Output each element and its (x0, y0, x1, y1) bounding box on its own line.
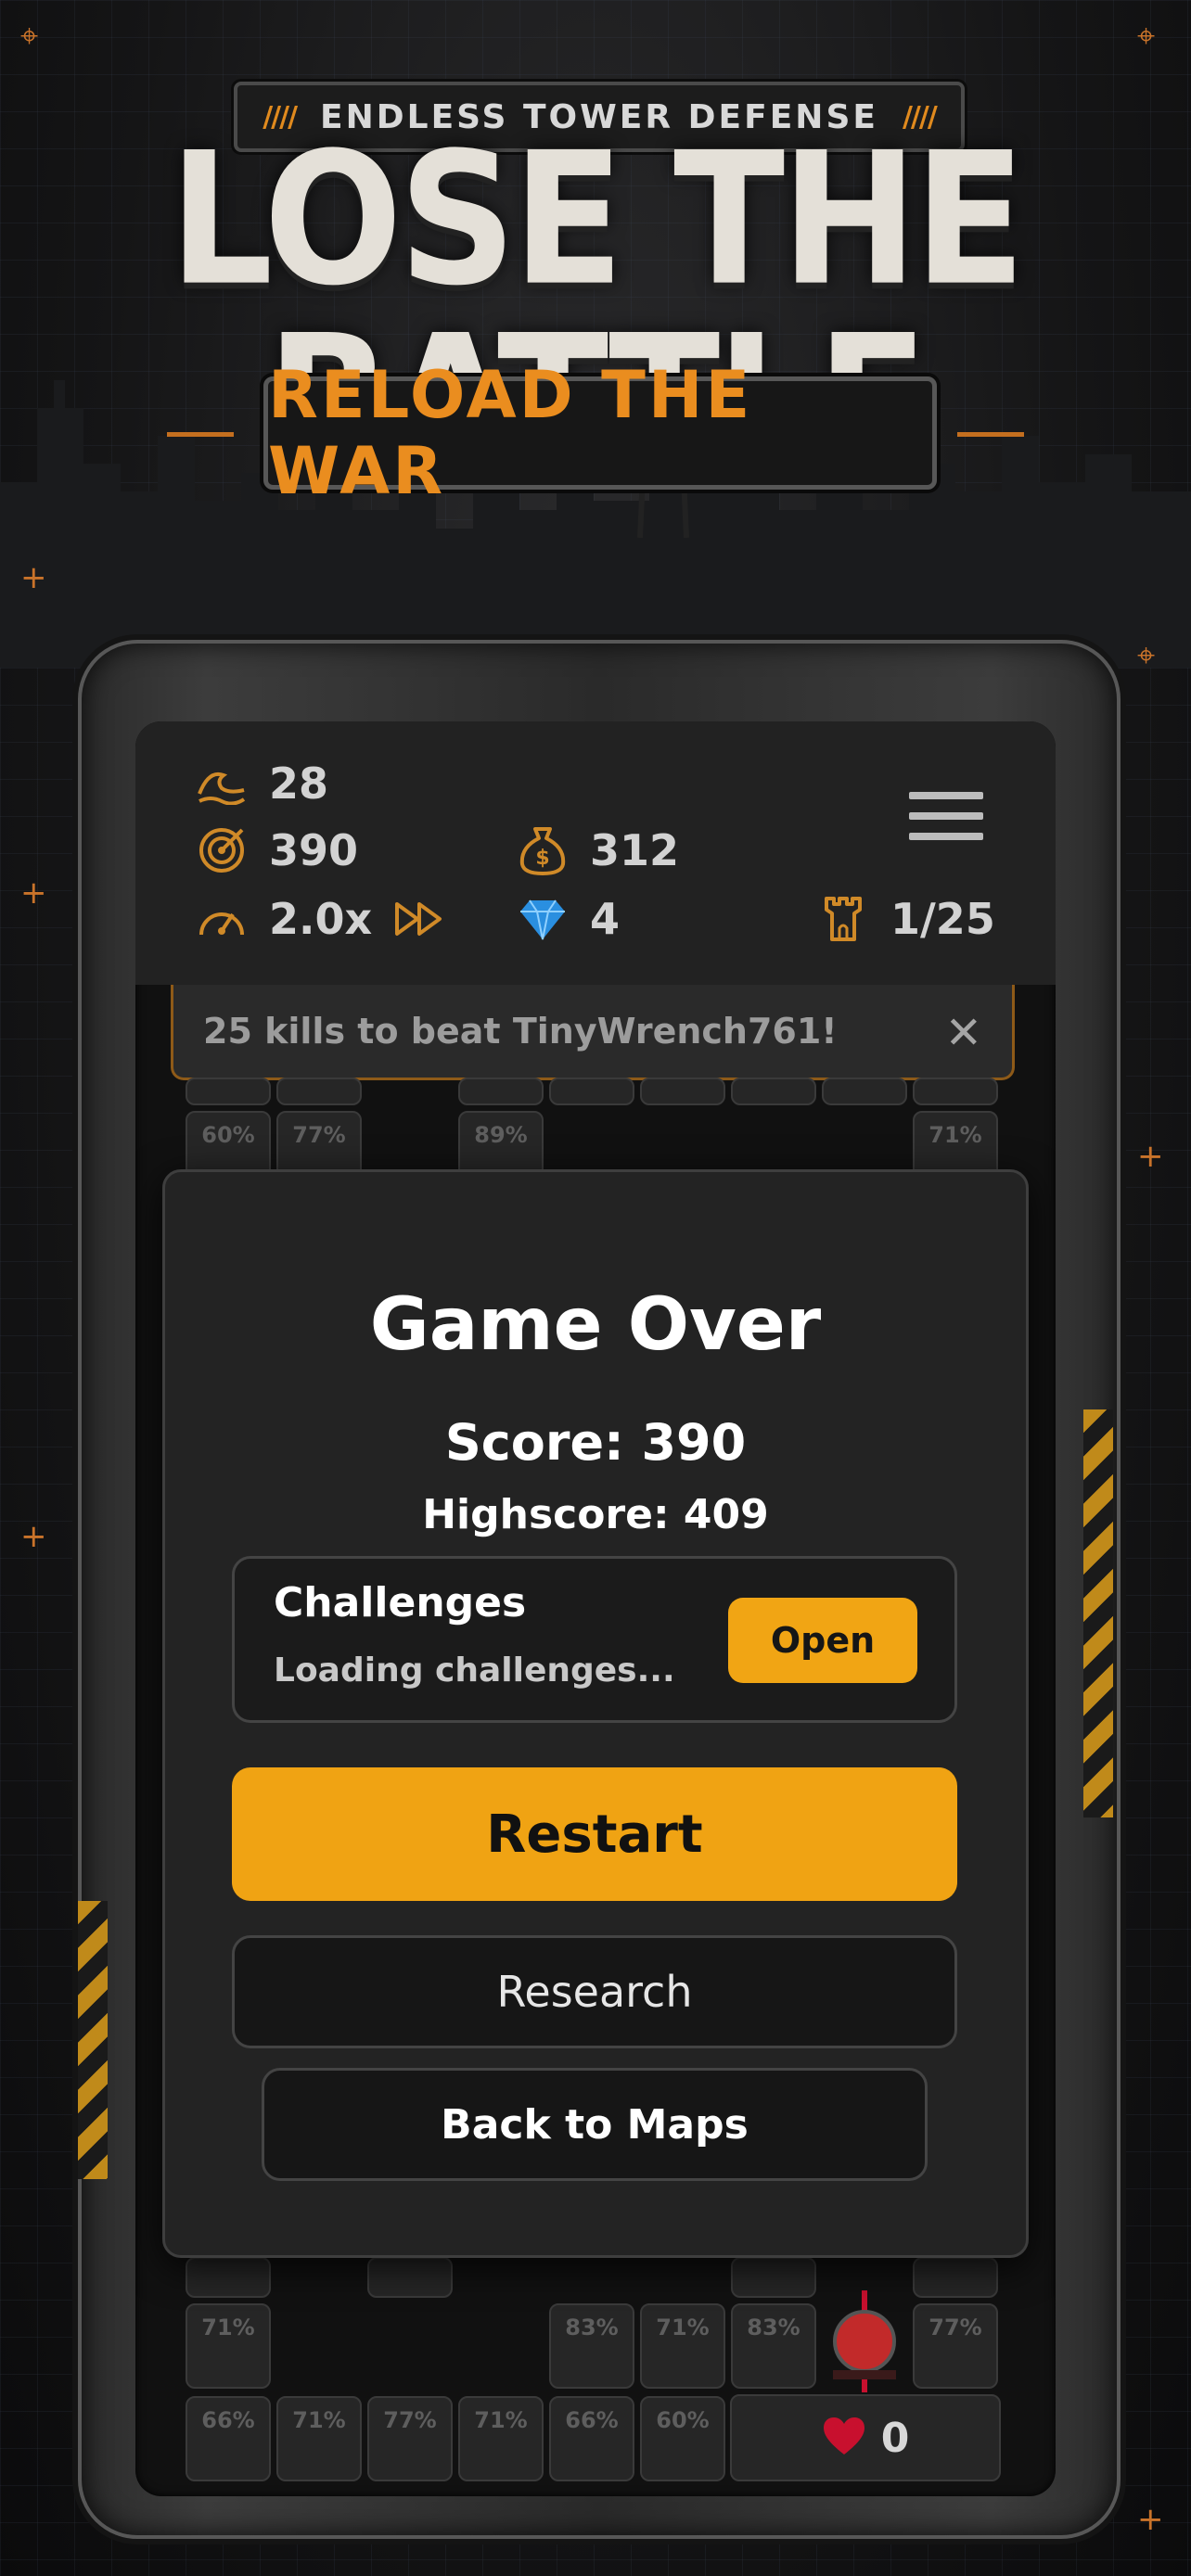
grid-cell[interactable]: 66% (549, 2396, 634, 2481)
enemy-spawn-icon (827, 2290, 902, 2392)
speedometer-icon (195, 895, 249, 943)
wave-value: 28 (269, 759, 329, 809)
crosshair-icon: ⌖ (20, 18, 39, 55)
wave-stat: 28 (195, 759, 328, 809)
grid-cell[interactable]: 71% (276, 2396, 362, 2481)
grid-cell[interactable] (549, 1078, 634, 1105)
crosshair-icon: + (20, 559, 47, 596)
tower-stat: 1/25 (816, 894, 995, 944)
lives-panel: 0 (730, 2394, 1001, 2481)
restart-button[interactable]: Restart (232, 1767, 957, 1901)
crosshair-icon: + (20, 1518, 47, 1555)
grid-cell[interactable]: 77% (913, 2303, 998, 2389)
grid-cell[interactable] (186, 1078, 271, 1105)
research-button[interactable]: Research (232, 1935, 957, 2048)
open-challenges-button[interactable]: Open (728, 1598, 917, 1683)
challenges-status: Loading challenges... (274, 1651, 675, 1690)
grid-cell[interactable] (640, 1078, 725, 1105)
crosshair-icon: + (1137, 1138, 1164, 1175)
speed-value: 2.0x (269, 894, 373, 944)
hazard-stripes (78, 1901, 108, 2179)
close-icon[interactable]: ✕ (945, 1007, 982, 1059)
grid-cell[interactable]: 83% (549, 2303, 634, 2389)
back-to-maps-button[interactable]: Back to Maps (262, 2068, 928, 2181)
score-stat: 390 (195, 825, 358, 875)
grid-cell[interactable] (367, 2257, 453, 2298)
subtitle-badge: RELOAD THE WAR (263, 357, 937, 509)
grid-cell[interactable]: 66% (186, 2396, 271, 2481)
game-over-modal: Game Over Score: 390 Highscore: 409 Chal… (162, 1169, 1029, 2258)
grid-cell[interactable]: 60% (640, 2396, 725, 2481)
fast-forward-icon[interactable] (392, 895, 446, 943)
grid-cell[interactable] (186, 2257, 271, 2298)
crosshair-icon: ⌖ (1137, 637, 1156, 674)
grid-cell[interactable]: 77% (367, 2396, 453, 2481)
hud-panel: 28 390 2.0x $ 312 4 1/25 (135, 721, 1056, 985)
divider (167, 432, 234, 437)
speed-stat[interactable]: 2.0x (195, 894, 446, 944)
gems-stat: 4 (516, 894, 620, 944)
money-value: 312 (590, 825, 680, 875)
target-icon (195, 826, 249, 874)
money-stat: $ 312 (516, 825, 679, 875)
gem-icon (516, 895, 570, 943)
grid-cell[interactable] (822, 1078, 907, 1105)
challenges-panel: Challenges Loading challenges... Open (232, 1556, 957, 1723)
grid-cell[interactable]: 71% (458, 2396, 544, 2481)
grid-cell[interactable] (276, 1078, 362, 1105)
final-score: Score: 390 (444, 1413, 747, 1472)
svg-text:$: $ (535, 847, 549, 870)
modal-title: Game Over (369, 1283, 822, 1367)
grid-cell[interactable] (458, 1078, 544, 1105)
money-bag-icon: $ (516, 826, 570, 875)
crosshair-icon: + (20, 874, 47, 912)
menu-icon[interactable] (909, 792, 983, 848)
grid-cell[interactable] (731, 2257, 816, 2298)
divider (957, 432, 1024, 437)
tower-count: 1/25 (890, 894, 995, 944)
challenge-banner: 25 kills to beat TinyWrench761! ✕ (171, 985, 1015, 1080)
crosshair-icon: ⌖ (1137, 18, 1156, 55)
highscore: Highscore: 409 (422, 1491, 769, 1538)
game-screen: 28 390 2.0x $ 312 4 1/25 25 kills to bea… (135, 721, 1056, 2496)
grid-cell[interactable] (913, 2257, 998, 2298)
tower-icon (816, 895, 870, 943)
challenges-title: Challenges (274, 1579, 527, 1626)
banner-text: 25 kills to beat TinyWrench761! (203, 1011, 838, 1052)
grid-cell[interactable] (913, 1078, 998, 1105)
score-value: 390 (269, 825, 359, 875)
hazard-stripes (1083, 1409, 1113, 1817)
grid-cell[interactable]: 71% (186, 2303, 271, 2389)
wave-icon (195, 759, 249, 808)
game-subtitle: RELOAD THE WAR (268, 357, 753, 509)
crosshair-icon: + (1137, 2501, 1164, 2538)
grid-cell[interactable] (731, 1078, 816, 1105)
grid-cell[interactable]: 83% (731, 2303, 816, 2389)
gems-value: 4 (590, 894, 621, 944)
grid-cell[interactable]: 71% (640, 2303, 725, 2389)
lives-count: 0 (880, 2414, 910, 2462)
heart-icon (822, 2416, 866, 2460)
